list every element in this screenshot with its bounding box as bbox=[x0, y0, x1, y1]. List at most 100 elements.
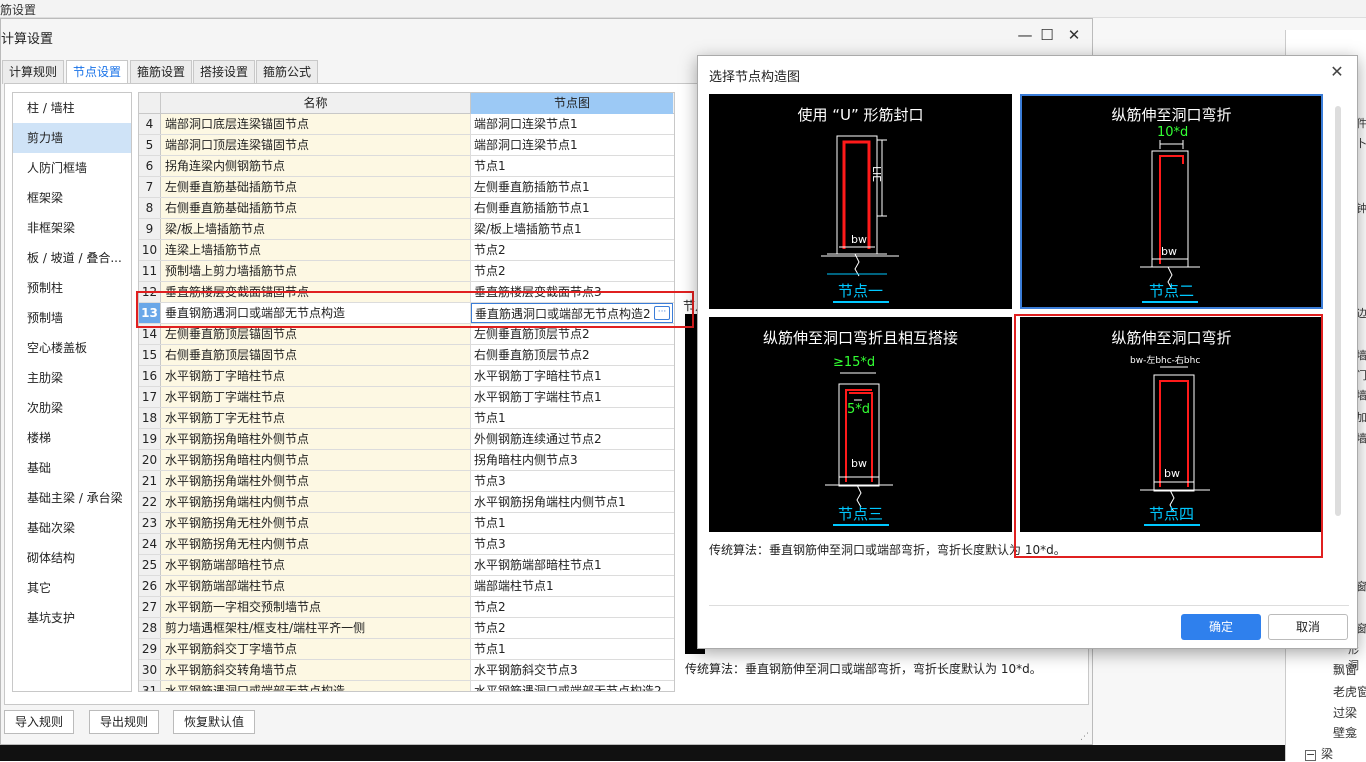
table-row[interactable]: 31 水平钢筋遇洞口或端部无节点构造 水平钢筋遇洞口或端部无节点构造2 bbox=[139, 681, 674, 691]
table-row[interactable]: 15 右侧垂直筋顶层锚固节点 右侧垂直筋顶层节点2 bbox=[139, 345, 674, 366]
row-node-cell[interactable]: 水平钢筋端部暗柱节点1 bbox=[471, 555, 673, 575]
row-node-cell[interactable]: 节点1 bbox=[471, 408, 673, 428]
row-number: 25 bbox=[139, 555, 161, 575]
table-row[interactable]: 4 端部洞口底层连梁锚固节点 端部洞口连梁节点1 bbox=[139, 114, 674, 135]
table-row[interactable]: 5 端部洞口顶层连梁锚固节点 端部洞口连梁节点1 bbox=[139, 135, 674, 156]
component-item[interactable]: 主肋梁 bbox=[13, 363, 131, 393]
scrollbar[interactable] bbox=[1335, 106, 1341, 516]
component-item[interactable]: 预制墙 bbox=[13, 303, 131, 333]
table-row[interactable]: 16 水平钢筋丁字暗柱节点 水平钢筋丁字暗柱节点1 bbox=[139, 366, 674, 387]
row-node-cell[interactable]: 右侧垂直筋顶层节点2 bbox=[471, 345, 673, 365]
row-node-cell[interactable]: 水平钢筋遇洞口或端部无节点构造2 bbox=[471, 681, 673, 691]
table-row[interactable]: 19 水平钢筋拐角暗柱外侧节点 外侧钢筋连续通过节点2 bbox=[139, 429, 674, 450]
row-node-cell[interactable]: 节点3 bbox=[471, 471, 673, 491]
table-row[interactable]: 22 水平钢筋拐角端柱内侧节点 水平钢筋拐角端柱内侧节点1 bbox=[139, 492, 674, 513]
component-item-selected[interactable]: 剪力墙 bbox=[13, 123, 131, 153]
close-icon[interactable]: ✕ bbox=[1064, 25, 1084, 45]
row-node-cell[interactable]: 节点1 bbox=[471, 156, 673, 176]
table-row[interactable]: 25 水平钢筋端部暗柱节点 水平钢筋端部暗柱节点1 bbox=[139, 555, 674, 576]
tree-item[interactable]: 壁龛 bbox=[1333, 724, 1357, 741]
node-value: 左侧垂直筋顶层节点2 bbox=[474, 327, 590, 341]
minimize-icon[interactable]: — bbox=[1015, 25, 1035, 45]
row-node-cell[interactable]: 节点2 bbox=[471, 618, 673, 638]
tab-stirrup-settings[interactable]: 箍筋设置 bbox=[130, 60, 193, 84]
node-option-3[interactable]: 纵筋伸至洞口弯折且相互搭接 ≥15*d 5*d bw 节点三 bbox=[709, 317, 1012, 532]
row-node-cell[interactable]: 水平钢筋斜交节点3 bbox=[471, 660, 673, 680]
component-item[interactable]: 楼梯 bbox=[13, 423, 131, 453]
table-row[interactable]: 24 水平钢筋拐角无柱内侧节点 节点3 bbox=[139, 534, 674, 555]
table-row[interactable]: 8 右侧垂直筋基础插筋节点 右侧垂直筋插筋节点1 bbox=[139, 198, 674, 219]
column-header-node[interactable]: 节点图 bbox=[471, 93, 673, 114]
table-row[interactable]: 9 梁/板上墙插筋节点 梁/板上墙插筋节点1 bbox=[139, 219, 674, 240]
collapse-icon[interactable]: − bbox=[1305, 749, 1316, 761]
component-item[interactable]: 空心楼盖板 bbox=[13, 333, 131, 363]
table-row[interactable]: 29 水平钢筋斜交丁字墙节点 节点1 bbox=[139, 639, 674, 660]
table-row[interactable]: 10 连梁上墙插筋节点 节点2 bbox=[139, 240, 674, 261]
table-row[interactable]: 27 水平钢筋一字相交预制墙节点 节点2 bbox=[139, 597, 674, 618]
component-item[interactable]: 次肋梁 bbox=[13, 393, 131, 423]
table-row[interactable]: 11 预制墙上剪力墙插筋节点 节点2 bbox=[139, 261, 674, 282]
tab-stirrup-formula[interactable]: 箍筋公式 bbox=[256, 60, 319, 84]
tab-node-settings[interactable]: 节点设置 bbox=[66, 60, 129, 85]
component-item[interactable]: 柱 / 墙柱 bbox=[13, 93, 131, 123]
import-rules-button[interactable]: 导入规则 bbox=[4, 710, 75, 734]
row-node-cell[interactable]: 端部洞口连梁节点1 bbox=[471, 114, 673, 134]
table-row[interactable]: 30 水平钢筋斜交转角墙节点 水平钢筋斜交节点3 bbox=[139, 660, 674, 681]
table-row[interactable]: 20 水平钢筋拐角暗柱内侧节点 拐角暗柱内侧节点3 bbox=[139, 450, 674, 471]
tree-item[interactable]: 老虎窗 bbox=[1333, 683, 1366, 700]
row-node-cell[interactable]: 节点3 bbox=[471, 534, 673, 554]
row-node-cell[interactable]: 右侧垂直筋插筋节点1 bbox=[471, 198, 673, 218]
row-node-cell[interactable]: 节点2 bbox=[471, 261, 673, 281]
node-option-2[interactable]: 纵筋伸至洞口弯折 10*d bw 节点二 bbox=[1020, 94, 1323, 309]
ok-button[interactable]: 确定 bbox=[1181, 614, 1261, 640]
row-node-cell[interactable]: 端部洞口连梁节点1 bbox=[471, 135, 673, 155]
tree-item[interactable]: 过梁 bbox=[1333, 704, 1357, 721]
component-item[interactable]: 框架梁 bbox=[13, 183, 131, 213]
column-header-name[interactable]: 名称 bbox=[161, 93, 471, 114]
component-item[interactable]: 其它 bbox=[13, 573, 131, 603]
row-node-cell[interactable]: 水平钢筋丁字暗柱节点1 bbox=[471, 366, 673, 386]
component-item[interactable]: 砌体结构 bbox=[13, 543, 131, 573]
table-row[interactable]: 28 剪力墙遇框架柱/框支柱/端柱平齐一侧 节点2 bbox=[139, 618, 674, 639]
table-row[interactable]: 6 拐角连梁内侧钢筋节点 节点1 bbox=[139, 156, 674, 177]
table-row[interactable]: 18 水平钢筋丁字无柱节点 节点1 bbox=[139, 408, 674, 429]
row-node-cell[interactable]: 节点2 bbox=[471, 240, 673, 260]
row-node-cell[interactable]: 梁/板上墙插筋节点1 bbox=[471, 219, 673, 239]
row-node-cell[interactable]: 左侧垂直筋插筋节点1 bbox=[471, 177, 673, 197]
component-item[interactable]: 基础次梁 bbox=[13, 513, 131, 543]
table-row[interactable]: 21 水平钢筋拐角端柱外侧节点 节点3 bbox=[139, 471, 674, 492]
component-item[interactable]: 板 / 坡道 / 叠合... bbox=[13, 243, 131, 273]
table-row[interactable]: 17 水平钢筋丁字端柱节点 水平钢筋丁字端柱节点1 bbox=[139, 387, 674, 408]
export-rules-button[interactable]: 导出规则 bbox=[89, 710, 160, 734]
row-node-cell[interactable]: 节点2 bbox=[471, 597, 673, 617]
row-node-cell[interactable]: 端部端柱节点1 bbox=[471, 576, 673, 596]
tree-item-group[interactable]: − 梁 bbox=[1305, 745, 1333, 762]
component-item[interactable]: 基础 bbox=[13, 453, 131, 483]
resize-grip-icon[interactable]: ⋰ bbox=[1080, 732, 1090, 742]
table-row[interactable]: 23 水平钢筋拐角无柱外侧节点 节点1 bbox=[139, 513, 674, 534]
background-title: 筋设置 bbox=[0, 3, 37, 17]
maximize-icon[interactable]: ☐ bbox=[1037, 25, 1057, 45]
cancel-button[interactable]: 取消 bbox=[1268, 614, 1348, 640]
tab-lap-settings[interactable]: 搭接设置 bbox=[193, 60, 256, 84]
table-row[interactable]: 7 左侧垂直筋基础插筋节点 左侧垂直筋插筋节点1 bbox=[139, 177, 674, 198]
row-node-cell[interactable]: 水平钢筋拐角端柱内侧节点1 bbox=[471, 492, 673, 512]
node-option-1[interactable]: 使用 “U” 形筋封口 LlE bw 节点一 bbox=[709, 94, 1012, 309]
restore-defaults-button[interactable]: 恢复默认值 bbox=[173, 710, 256, 734]
row-node-cell[interactable]: 节点1 bbox=[471, 513, 673, 533]
component-item[interactable]: 基坑支护 bbox=[13, 603, 131, 633]
row-node-cell[interactable]: 外侧钢筋连续通过节点2 bbox=[471, 429, 673, 449]
row-node-cell[interactable]: 拐角暗柱内侧节点3 bbox=[471, 450, 673, 470]
component-item[interactable]: 基础主梁 / 承台梁 bbox=[13, 483, 131, 513]
component-item[interactable]: 人防门框墙 bbox=[13, 153, 131, 183]
component-item[interactable]: 预制柱 bbox=[13, 273, 131, 303]
row-node-cell[interactable]: 节点1 bbox=[471, 639, 673, 659]
close-icon[interactable]: ✕ bbox=[1327, 62, 1347, 82]
table-row[interactable]: 26 水平钢筋端部端柱节点 端部端柱节点1 bbox=[139, 576, 674, 597]
component-item[interactable]: 非框架梁 bbox=[13, 213, 131, 243]
row-node-cell[interactable]: 水平钢筋丁字端柱节点1 bbox=[471, 387, 673, 407]
dimension-label: ≥15*d bbox=[833, 355, 876, 370]
tree-item[interactable]: 飘窗 bbox=[1333, 661, 1357, 678]
tab-calc-rules[interactable]: 计算规则 bbox=[2, 60, 65, 84]
row-number: 11 bbox=[139, 261, 161, 281]
